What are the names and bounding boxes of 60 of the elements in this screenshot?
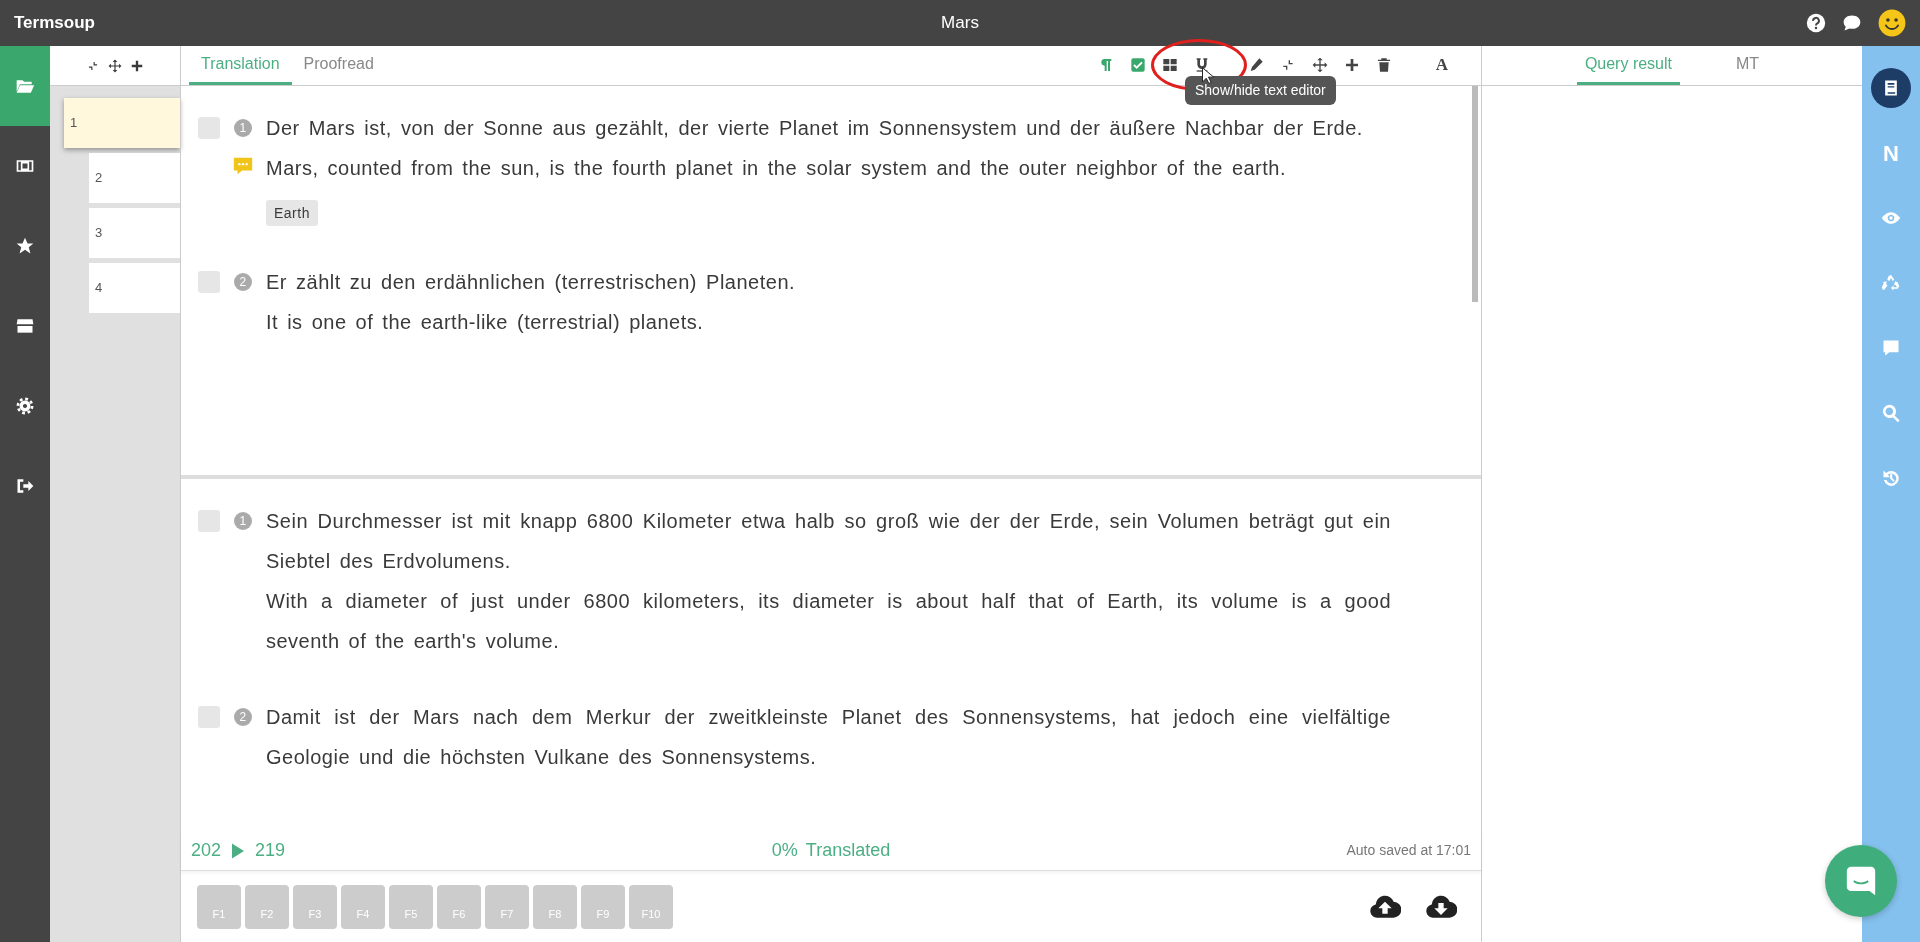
- source-text: Er zählt zu den erdähnlichen (terrestrischen) Planeten.: [266, 270, 797, 295]
- segment-number: 1: [234, 119, 252, 137]
- app-name: Termsoup: [14, 12, 95, 35]
- target-text: It is one of the earth-like (terrestrial) planets.: [266, 310, 705, 335]
- segment-checkbox[interactable]: [198, 271, 220, 293]
- tab[interactable]: MT: [1728, 45, 1768, 85]
- tab[interactable]: Query result: [1576, 45, 1680, 85]
- segment-checkbox[interactable]: [198, 510, 220, 532]
- target-text: With a diameter of just under 6800 kilometers, its diameter is about half that of Earth, its volume is a good seventh of the earth's volume.: [266, 589, 1391, 654]
- history-icon: [1881, 468, 1901, 488]
- search-icon: [1881, 403, 1901, 423]
- segment-card[interactable]: 1: [64, 98, 180, 148]
- progress-label: Translated: [805, 839, 891, 862]
- underline-icon: [1194, 57, 1210, 73]
- term-tag[interactable]: Earth: [266, 200, 318, 226]
- segment-start: 202: [191, 839, 222, 862]
- tab[interactable]: Proofread: [291, 45, 386, 85]
- move-icon[interactable]: [108, 58, 122, 73]
- store-icon: [15, 316, 35, 336]
- plus-icon[interactable]: [130, 58, 144, 73]
- help-icon[interactable]: [1806, 13, 1826, 33]
- gear-icon: [15, 396, 35, 416]
- plus-icon: [1344, 57, 1360, 73]
- chat-launcher-button[interactable]: [1825, 845, 1897, 917]
- segment-number: 1: [234, 512, 252, 530]
- comment-icon: [1881, 338, 1901, 358]
- speech-bubble-icon[interactable]: [1842, 13, 1862, 33]
- compress-icon: [1280, 57, 1296, 73]
- segment-card[interactable]: 3: [89, 208, 180, 258]
- font-button[interactable]: A: [1433, 45, 1451, 85]
- segment-card[interactable]: 2: [89, 153, 180, 203]
- tab[interactable]: Translation: [189, 45, 292, 85]
- trash-icon: [1376, 57, 1392, 73]
- move-icon: [1312, 57, 1328, 73]
- segment-end: 219: [255, 839, 286, 862]
- progress-percent: 0%: [771, 839, 798, 862]
- segment-card[interactable]: 4: [89, 263, 180, 313]
- segment-checkbox[interactable]: [198, 706, 220, 728]
- target-text: Mars, counted from the sun, is the fourth planet in the solar system and the outer neighbor of the earth.: [266, 156, 1288, 181]
- star-icon: [15, 236, 35, 256]
- smiley-avatar-icon[interactable]: [1878, 9, 1906, 37]
- grid-icon: [1162, 57, 1178, 73]
- autosave-status: Auto saved at 17:01: [1346, 841, 1471, 860]
- window-title: Mars: [941, 12, 979, 35]
- sign-out-icon: [15, 476, 35, 496]
- checked-box-icon: [1130, 57, 1146, 73]
- segment-checkbox[interactable]: [198, 117, 220, 139]
- scrollbar[interactable]: [1472, 86, 1478, 302]
- rail-button[interactable]: N: [1871, 133, 1911, 173]
- segment-number: 2: [234, 708, 252, 726]
- segment-number: 2: [234, 273, 252, 291]
- tooltip: Show/hide text editor: [1185, 76, 1336, 105]
- source-text: Der Mars ist, von der Sonne aus gezählt, der vierte Planet im Sonnensystem und der äußere Nachbar der Erde.: [266, 116, 1364, 141]
- pilcrow-icon: [1098, 57, 1114, 73]
- source-text: Damit ist der Mars nach dem Merkur der zweitkleinste Planet des Sonnensystems, hat jedoch eine vielfältige Geologie und die höchsten Vulkane des Sonnensystems.: [266, 705, 1391, 770]
- recycle-icon: [1881, 273, 1901, 293]
- pencil-icon: [1248, 57, 1264, 73]
- source-text: Sein Durchmesser ist mit knapp 6800 Kilometer etwa halb so groß wie der der Erde, sein Volumen beträgt gut ein Siebtel des Erdvolumens.: [266, 509, 1391, 574]
- book-button[interactable]: [1871, 68, 1911, 108]
- chat-bubble-icon: [1844, 864, 1878, 898]
